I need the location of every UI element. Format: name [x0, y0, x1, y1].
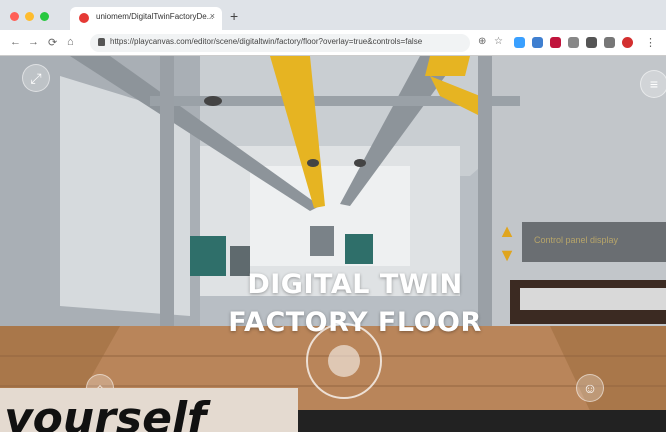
scene-viewport[interactable]: ⤢ ≡ ▲ ▼ Control panel display DIGITAL TW… [0, 56, 666, 432]
extension-icon[interactable] [514, 37, 525, 48]
browser-menu-icon[interactable]: ⋮ [645, 36, 656, 49]
home-button[interactable]: ⌂ [67, 36, 74, 48]
tab-favicon-icon [79, 13, 89, 23]
back-button[interactable]: ← [10, 36, 21, 48]
arrow-up-icon[interactable]: ▲ [498, 222, 516, 240]
title-line-1: DIGITAL TWIN [247, 269, 463, 300]
caption-text: yourself [4, 393, 207, 432]
address-bar[interactable]: https://playcanvas.com/editor/scene/digi… [90, 34, 470, 52]
menu-button[interactable]: ≡ [640, 70, 666, 98]
extension-icon[interactable] [604, 37, 615, 48]
info-panel: Control panel display [522, 222, 666, 262]
minimize-window-button[interactable] [25, 12, 34, 21]
close-window-button[interactable] [10, 12, 19, 21]
extension-icon[interactable] [550, 37, 561, 48]
movement-joystick[interactable] [306, 323, 382, 399]
zoom-icon[interactable]: ⊕ [478, 36, 486, 47]
tab-title: uniomem/DigitalTwinFactoryDe... [96, 12, 214, 21]
people-icon[interactable]: ☺ [576, 374, 604, 402]
tab-close-icon[interactable]: × [210, 11, 215, 21]
profile-avatar[interactable] [622, 37, 633, 48]
extension-icon[interactable] [568, 37, 579, 48]
browser-tab-bar: uniomem/DigitalTwinFactoryDe... × + [0, 0, 666, 30]
maximize-window-button[interactable] [40, 12, 49, 21]
url-text: https://playcanvas.com/editor/scene/digi… [110, 37, 423, 46]
bottom-strip [298, 410, 666, 432]
extension-icon[interactable] [586, 37, 597, 48]
new-tab-button[interactable]: + [230, 8, 238, 24]
reload-button[interactable]: ⟳ [48, 36, 57, 49]
lock-icon [98, 38, 105, 46]
forward-button[interactable]: → [28, 36, 39, 48]
browser-tab[interactable]: uniomem/DigitalTwinFactoryDe... × [70, 7, 222, 30]
arrow-down-icon[interactable]: ▼ [498, 246, 516, 264]
browser-toolbar: ← → ⟳ ⌂ https://playcanvas.com/editor/sc… [0, 30, 666, 56]
fullscreen-button[interactable]: ⤢ [22, 64, 50, 92]
extension-icon[interactable] [532, 37, 543, 48]
joystick-knob[interactable] [328, 345, 360, 377]
bookmark-star-icon[interactable]: ☆ [494, 36, 503, 47]
